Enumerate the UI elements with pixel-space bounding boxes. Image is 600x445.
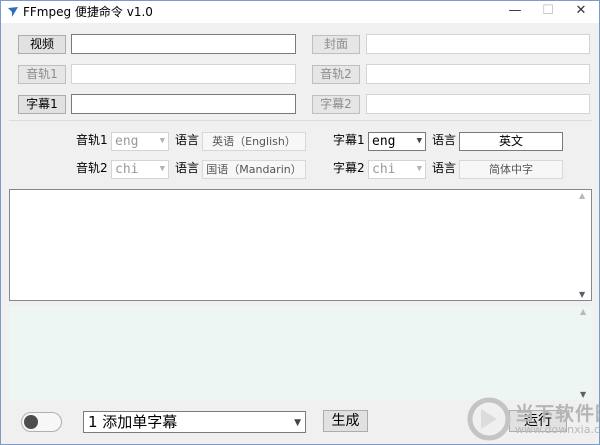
- subtitle2-lang-label: 语言: [432, 161, 457, 175]
- cover-button[interactable]: 封面: [312, 35, 360, 54]
- scroll-down-icon[interactable]: ▼: [579, 290, 585, 299]
- subtitle2-track-label: 字幕2: [333, 161, 365, 175]
- chevron-down-icon: ▼: [294, 418, 301, 428]
- chevron-down-icon: ▼: [416, 164, 422, 174]
- subtitle1-path-field[interactable]: [71, 94, 296, 114]
- chevron-down-icon: ▼: [159, 164, 165, 174]
- watermark: 当下软件园 www.downxia.com: [467, 395, 599, 444]
- watermark-logo-icon: [467, 397, 511, 441]
- maximize-button[interactable]: ☐: [532, 1, 564, 23]
- chevron-down-icon: ▼: [416, 136, 422, 146]
- subtitle1-lang-label: 语言: [432, 133, 457, 147]
- window-title: FFmpeg 便捷命令 v1.0: [23, 5, 153, 19]
- chevron-down-icon: ▼: [159, 136, 165, 146]
- subtitle1-lang-field[interactable]: 英文: [459, 132, 563, 151]
- toggle-knob: [24, 415, 38, 429]
- watermark-url: www.downxia.com: [515, 423, 600, 436]
- audio1-lang-field[interactable]: 英语（English）: [202, 132, 306, 151]
- subtitle1-code-select[interactable]: eng ▼: [368, 132, 426, 151]
- audio1-code-value: eng: [115, 134, 139, 149]
- audio2-button[interactable]: 音轨2: [312, 65, 360, 84]
- audio1-button[interactable]: 音轨1: [18, 65, 66, 84]
- video-path-field[interactable]: [71, 34, 296, 54]
- audio1-code-select[interactable]: eng ▼: [111, 132, 169, 151]
- mode-toggle[interactable]: [21, 412, 62, 432]
- audio2-lang-label: 语言: [175, 161, 200, 175]
- watermark-text: 当下软件园: [515, 403, 599, 425]
- subtitle2-path-field[interactable]: [366, 94, 590, 114]
- command-textarea[interactable]: ▲ ▼: [9, 189, 592, 301]
- audio1-track-label: 音轨1: [76, 133, 108, 147]
- subtitle2-code-value: chi: [372, 162, 396, 177]
- audio1-lang-label: 语言: [175, 133, 200, 147]
- command-scrollbar[interactable]: ▲ ▼: [576, 190, 591, 300]
- output-scrollbar[interactable]: ▲ ▼: [577, 306, 592, 400]
- subtitle2-button[interactable]: 字幕2: [312, 95, 360, 114]
- minimize-button[interactable]: —: [499, 1, 531, 23]
- generate-button[interactable]: 生成: [323, 410, 368, 432]
- app-window: FFmpeg 便捷命令 v1.0 — ☐ ✕ 视频 封面 音轨1 音轨2 字幕1…: [0, 0, 600, 445]
- audio2-track-label: 音轨2: [76, 161, 108, 175]
- subtitle1-track-label: 字幕1: [333, 133, 365, 147]
- audio2-code-value: chi: [115, 162, 139, 177]
- subtitle2-code-select[interactable]: chi ▼: [368, 160, 426, 179]
- audio1-path-field[interactable]: [71, 64, 296, 84]
- subtitle2-lang-field[interactable]: 简体中字: [459, 160, 563, 179]
- close-button[interactable]: ✕: [565, 1, 597, 23]
- app-icon: [8, 7, 18, 17]
- scroll-up-icon[interactable]: ▲: [580, 307, 586, 316]
- track-settings-group: 音轨1 eng ▼ 语言 英语（English） 字幕1 eng ▼ 语言 英文…: [9, 120, 592, 186]
- cover-path-field[interactable]: [366, 34, 590, 54]
- audio2-code-select[interactable]: chi ▼: [111, 160, 169, 179]
- video-button[interactable]: 视频: [18, 35, 66, 54]
- subtitle1-code-value: eng: [372, 134, 396, 149]
- mode-select[interactable]: 1 添加单字幕 ▼: [83, 411, 306, 433]
- subtitle1-button[interactable]: 字幕1: [18, 95, 66, 114]
- audio2-path-field[interactable]: [366, 64, 590, 84]
- title-bar: FFmpeg 便捷命令 v1.0 — ☐ ✕: [1, 1, 599, 23]
- scroll-up-icon[interactable]: ▲: [579, 191, 585, 200]
- mode-select-value: 1 添加单字幕: [88, 413, 178, 431]
- output-log[interactable]: ▲ ▼: [9, 306, 592, 400]
- audio2-lang-field[interactable]: 国语（Mandarin）: [202, 160, 306, 179]
